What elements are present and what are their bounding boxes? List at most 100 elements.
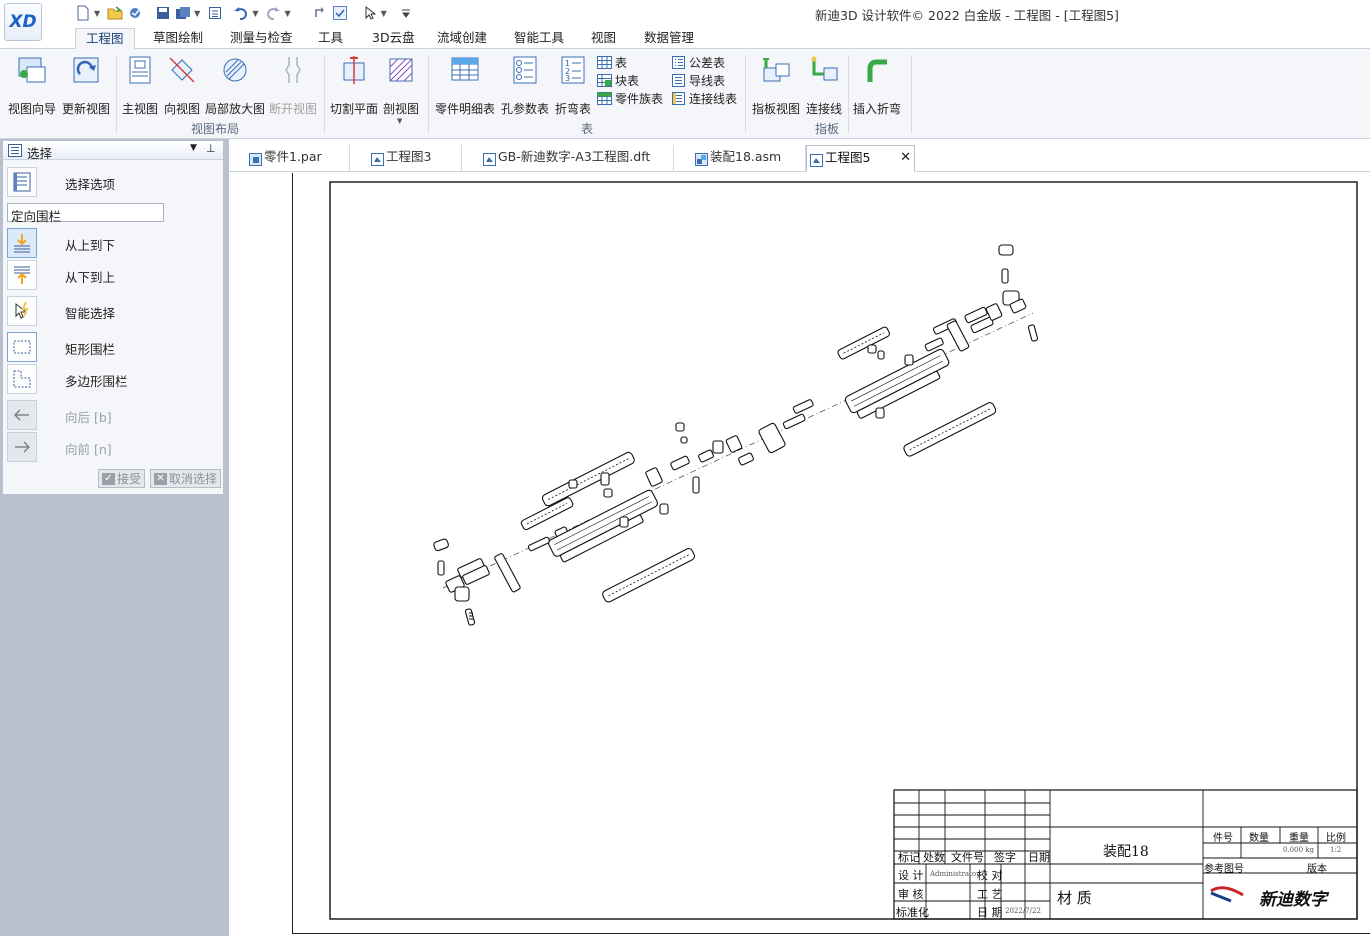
top-to-bottom-row[interactable]: 从上到下 <box>7 228 221 258</box>
select-arrow-icon[interactable] <box>361 4 379 22</box>
bend-table-icon: 123 <box>556 53 590 87</box>
accept-button[interactable]: ✓ 接受 <box>98 469 146 488</box>
parts-list-icon <box>448 53 482 87</box>
check-icon: ✓ <box>102 472 115 485</box>
chevron-down-icon[interactable]: ▼ <box>194 9 200 18</box>
block-table-button[interactable]: 块表 <box>597 72 639 89</box>
tb-date-label: 日 期 <box>977 906 1003 919</box>
tab-drawing[interactable]: 工程图 <box>75 28 135 50</box>
tab-flow-create[interactable]: 流域创建 <box>427 28 497 49</box>
polygon-fence-row[interactable]: 多边形围栏 <box>7 364 221 394</box>
tb-date-value: 2022/7/22 <box>1005 907 1041 915</box>
forward-row[interactable]: 向前 [n] <box>7 432 221 462</box>
chevron-down-icon[interactable]: ▼ <box>284 9 290 18</box>
select-options-icon <box>7 167 37 197</box>
open-folder-icon[interactable] <box>106 4 124 22</box>
table-icon <box>597 56 612 70</box>
app-logo[interactable]: XD <box>4 3 42 41</box>
doc-tab-gb-template[interactable]: GB-新迪数字-A3工程图.dft <box>480 145 674 172</box>
bend-table-button[interactable]: 123 折弯表 <box>555 53 591 117</box>
tb-ref-drawing: 参考图号 <box>1204 864 1244 875</box>
direction-view-button[interactable]: 向视图 <box>164 53 200 117</box>
customize-icon[interactable] <box>397 4 415 22</box>
select-options-row[interactable]: 选择选项 <box>7 167 221 197</box>
save-all-icon[interactable] <box>174 4 192 22</box>
rect-fence-row[interactable]: 矩形围栏 <box>7 332 221 362</box>
part-family-table-button[interactable]: 零件族表 <box>597 90 663 107</box>
arrow-right-icon <box>7 432 37 462</box>
view-wizard-button[interactable]: 视图向导 <box>8 53 56 117</box>
cancel-select-button[interactable]: ✕ 取消选择 <box>150 469 222 488</box>
drawing-sheet[interactable]: 标记 处数 文件号 签字 日期 设 计 Administrator 校 对 审 … <box>292 173 1370 934</box>
redo-icon[interactable] <box>264 4 282 22</box>
bottom-to-top-row[interactable]: 从下到上 <box>7 260 221 290</box>
detail-view-button[interactable]: 局部放大图 <box>205 53 265 117</box>
tb-version: 版本 <box>1307 864 1327 875</box>
pointer-view-button[interactable]: 指板视图 <box>752 53 800 117</box>
new-file-icon[interactable] <box>74 4 92 22</box>
tab-measure-check[interactable]: 测量与检查 <box>220 28 303 49</box>
parts-list-button[interactable]: 零件明细表 <box>435 53 495 117</box>
recent-icon[interactable] <box>126 4 144 22</box>
save-icon[interactable] <box>154 4 172 22</box>
tolerance-table-button[interactable]: 公差表 <box>671 54 725 71</box>
reorder-icon[interactable] <box>311 4 329 22</box>
smart-select-row[interactable]: 智能选择 <box>7 296 221 326</box>
detail-view-icon <box>218 53 252 87</box>
tab-sketch[interactable]: 草图绘制 <box>143 28 213 49</box>
check-icon[interactable] <box>331 4 349 22</box>
panel-menu-icon[interactable]: ▼ <box>190 143 197 153</box>
chevron-down-icon[interactable]: ▼ <box>397 117 402 125</box>
doc-tab-part1[interactable]: 零件1.par <box>246 145 350 172</box>
group-label-table: 表 <box>581 122 594 136</box>
close-icon: ✕ <box>154 472 167 485</box>
connection-table-button[interactable]: 连接线表 <box>671 90 737 107</box>
exploded-assembly-view[interactable] <box>433 244 1039 626</box>
update-view-button[interactable]: 更新视图 <box>62 53 110 117</box>
main-view-button[interactable]: 主视图 <box>122 53 158 117</box>
tb-review: 审 核 <box>898 888 924 901</box>
doc-tab-drawing3[interactable]: 工程图3 <box>368 145 462 172</box>
insert-bend-button[interactable]: 插入折弯 <box>853 53 901 117</box>
chevron-down-icon[interactable]: ▼ <box>94 9 100 18</box>
section-view-button[interactable]: 剖视图 <box>383 53 419 117</box>
tab-smart-tools[interactable]: 智能工具 <box>504 28 574 49</box>
tb-col-date: 日期 <box>1028 851 1050 864</box>
section-view-icon <box>384 53 418 87</box>
connect-line-button[interactable]: 连接线 <box>806 53 842 117</box>
update-view-icon <box>69 53 103 87</box>
insert-bend-icon <box>860 53 894 87</box>
chevron-down-icon: ⌄ <box>11 205 20 216</box>
close-icon[interactable]: ✕ <box>900 146 911 170</box>
chevron-down-icon[interactable]: ▼ <box>381 9 387 18</box>
tb-quantity: 数量 <box>1249 833 1269 844</box>
tb-scale-value: 1:2 <box>1330 846 1342 854</box>
tab-3d-cloud[interactable]: 3D云盘 <box>362 28 425 49</box>
doc-tab-drawing5[interactable]: 工程图5 ✕ <box>806 145 915 172</box>
drawing-graphics[interactable] <box>293 173 1370 934</box>
left-panel: 选择 ▼ ⊥ 选择选项 定向围栏 ⌄ 从上到下 从下到上 智能选择 矩形围栏 多… <box>0 139 229 936</box>
table-button[interactable]: 表 <box>597 54 627 71</box>
cut-plane-icon <box>337 53 371 87</box>
wire-table-button[interactable]: 导线表 <box>671 72 725 89</box>
doc-tab-assembly18[interactable]: 装配18.asm <box>692 145 806 172</box>
break-view-button[interactable]: 断开视图 <box>269 53 317 117</box>
properties-icon[interactable] <box>206 4 224 22</box>
rect-fence-icon <box>7 332 37 362</box>
quick-access-toolbar: ▼ ▼ ▼ ▼ ▼ <box>74 4 417 22</box>
pin-icon[interactable]: ⊥ <box>206 142 216 155</box>
tab-tools[interactable]: 工具 <box>308 28 353 49</box>
bottom-to-top-icon <box>7 260 37 290</box>
drawing-canvas[interactable]: 标记 处数 文件号 签字 日期 设 计 Administrator 校 对 审 … <box>229 172 1370 936</box>
back-row[interactable]: 向后 [b] <box>7 400 221 430</box>
cut-plane-button[interactable]: 切割平面 <box>330 53 378 117</box>
undo-icon[interactable] <box>232 4 250 22</box>
hole-table-button[interactable]: 孔参数表 <box>501 53 549 117</box>
tb-scale: 比例 <box>1326 833 1346 844</box>
tab-data-management[interactable]: 数据管理 <box>634 28 704 49</box>
tb-design: 设 计 <box>898 869 924 882</box>
chevron-down-icon[interactable]: ▼ <box>252 9 258 18</box>
tab-view[interactable]: 视图 <box>581 28 626 49</box>
fence-mode-select[interactable]: 定向围栏 ⌄ <box>7 203 164 224</box>
direction-view-icon <box>165 53 199 87</box>
